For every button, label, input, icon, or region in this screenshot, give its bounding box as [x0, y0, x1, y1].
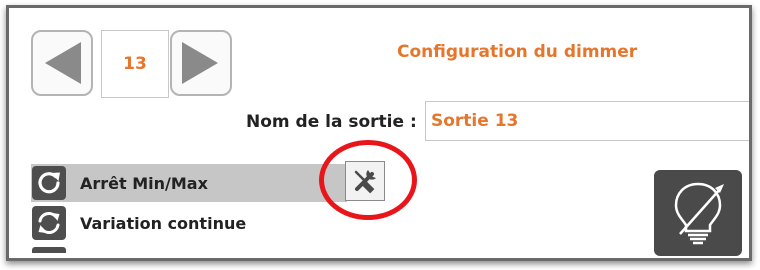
refresh-arrow-icon — [32, 166, 66, 200]
previous-output-button[interactable] — [31, 30, 93, 96]
output-name-label: Nom de la sortie : — [246, 112, 417, 132]
output-name-value: Sortie 13 — [431, 111, 519, 131]
arrow-right-icon — [182, 42, 218, 84]
mode-option-min-max[interactable]: Arrêt Min/Max — [31, 164, 347, 202]
dimmer-config-panel: 13 Configuration du dimmer Nom de la sor… — [6, 5, 752, 261]
dimmer-bulb-button[interactable] — [654, 170, 742, 256]
output-name-field[interactable]: Sortie 13 — [425, 101, 749, 141]
wrench-screwdriver-icon — [354, 170, 376, 194]
mode-option-continuous[interactable]: Variation continue — [31, 204, 347, 242]
mode-settings-button[interactable] — [345, 161, 385, 201]
page-title: Configuration du dimmer — [397, 42, 638, 62]
mode-option-partial[interactable] — [32, 247, 66, 253]
mode-label-continuous: Variation continue — [80, 213, 247, 233]
next-output-button[interactable] — [170, 30, 232, 96]
mode-label-min-max: Arrêt Min/Max — [80, 173, 208, 193]
arrow-left-icon — [45, 42, 81, 84]
cycle-arrows-icon — [32, 206, 66, 240]
output-number: 13 — [101, 30, 169, 98]
dimmable-bulb-icon — [674, 182, 724, 245]
